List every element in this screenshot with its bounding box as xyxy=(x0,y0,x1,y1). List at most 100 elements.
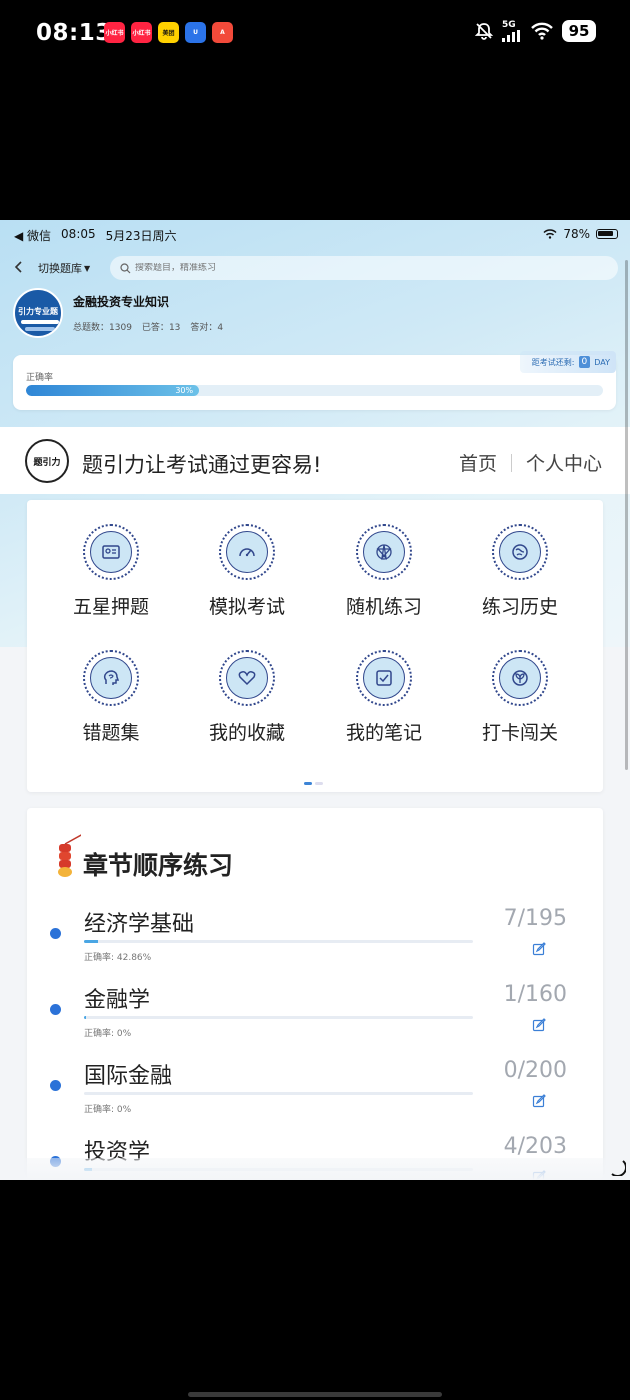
head-brain-icon xyxy=(103,670,120,685)
chapter-count: 4/203 xyxy=(503,1134,567,1159)
bank-logo-stripe xyxy=(21,320,59,324)
chapter-count: 1/160 xyxy=(503,982,567,1007)
home-link[interactable]: 首页 xyxy=(459,449,497,476)
total-questions: 总题数：1309 xyxy=(73,320,132,333)
bank-logo-text: 引力专业题 xyxy=(18,307,58,316)
back-button[interactable] xyxy=(12,258,30,278)
grid-item-label: 五星押题 xyxy=(72,596,149,618)
grid-item-6[interactable]: 我的收藏 xyxy=(187,650,307,760)
inner-battery-icon xyxy=(596,229,618,239)
answered-label: 已答： xyxy=(141,323,169,333)
meituan-icon: 美团 xyxy=(158,22,179,43)
chapter-name: 经济学基础 xyxy=(84,912,195,937)
chapter-accuracy: 正确率: 0% xyxy=(84,1105,132,1115)
brand-logo-text: 题引力 xyxy=(33,457,61,468)
grid-item-5[interactable]: 错题集 xyxy=(51,650,171,760)
home-indicator[interactable] xyxy=(188,1392,442,1397)
grid-item-1[interactable]: 五星押题 xyxy=(51,524,171,634)
id-card-icon-badge xyxy=(90,531,132,573)
bank-logo: 引力专业题 xyxy=(13,288,63,338)
countdown-label: 距考试还剩: xyxy=(531,357,575,367)
heart-icon xyxy=(238,671,256,686)
grid-item-label: 我的笔记 xyxy=(345,722,422,744)
xiaohongshu-icon-2: 小红书 xyxy=(131,22,152,43)
edit-icon[interactable] xyxy=(532,1094,546,1108)
battery-level: 95 xyxy=(562,20,596,42)
inner-battery-percent: 78% xyxy=(563,227,590,241)
accuracy-percent: 30% xyxy=(175,386,194,395)
signal-bars-icon xyxy=(502,29,520,42)
chapter-item[interactable]: 经济学基础 正确率: 42.86% 7/195 xyxy=(27,906,603,982)
phone-status-bar: 08:13 小红书 小红书 美团 U A 5G 95 xyxy=(0,0,630,70)
note-check-icon-ring xyxy=(356,650,412,706)
chapter-item[interactable]: 金融学 正确率: 0% 1/160 xyxy=(27,982,603,1058)
loading-spinner-icon xyxy=(611,1160,626,1176)
chapter-count: 0/200 xyxy=(503,1058,567,1083)
grid-item-label: 打卡闯关 xyxy=(481,722,558,744)
grid-pager xyxy=(304,782,323,785)
switch-bank-label: 切换题库 xyxy=(38,262,82,275)
gauge-icon-badge xyxy=(226,531,268,573)
chapter-item[interactable]: 国际金融 正确率: 0% 0/200 xyxy=(27,1058,603,1134)
history-globe-icon-badge xyxy=(499,531,541,573)
grid-item-2[interactable]: 模拟考试 xyxy=(187,524,307,634)
bank-logo-stripe-2 xyxy=(25,327,55,331)
inner-status-bar: ◀ 微信 08:05 5月23日周六 78% xyxy=(14,227,618,243)
history-globe-icon xyxy=(512,544,528,560)
head-brain-icon-ring xyxy=(83,650,139,706)
chapter-accuracy: 正确率: 42.86% xyxy=(84,953,152,963)
chapter-progress-fill xyxy=(84,940,98,943)
back-to-app-link[interactable]: ◀ 微信 xyxy=(14,227,51,244)
grid-item-label: 我的收藏 xyxy=(208,722,285,744)
feature-grid: 五星押题 模拟考试 随机练习 练习历史错题集 我的收藏 我的笔记 打卡闯关 xyxy=(27,500,603,792)
chevron-left-icon xyxy=(14,261,22,273)
head-brain-icon-badge xyxy=(90,657,132,699)
search-input[interactable] xyxy=(135,263,535,273)
inner-date: 5月23日周六 xyxy=(105,229,177,243)
countdown-unit: DAY xyxy=(594,357,610,367)
cellular-signal: 5G xyxy=(502,20,522,42)
search-icon xyxy=(120,262,131,273)
answered-count: 已答：13 xyxy=(142,320,180,333)
chapter-bullet xyxy=(50,1004,61,1015)
grid-item-8[interactable]: 打卡闯关 xyxy=(460,650,580,760)
brand-slogan: 题引力让考试通过更容易! xyxy=(82,453,322,477)
brand-links: 首页 个人中心 xyxy=(459,449,602,476)
bell-muted-icon xyxy=(474,23,494,40)
random-star-icon xyxy=(376,544,392,561)
grid-item-label: 错题集 xyxy=(82,722,140,744)
chapter-bullet xyxy=(50,928,61,939)
scrollbar[interactable] xyxy=(625,260,628,770)
grid-item-7[interactable]: 我的笔记 xyxy=(324,650,444,760)
note-check-icon-badge xyxy=(363,657,405,699)
top-nav: 切换题库 ▼ xyxy=(12,256,618,280)
brand-bar: 题引力 题引力让考试通过更容易! 首页 个人中心 xyxy=(0,427,630,494)
inner-wifi-icon xyxy=(543,229,557,239)
chapter-progress-bar xyxy=(84,1016,473,1019)
grid-item-3[interactable]: 随机练习 xyxy=(324,524,444,634)
profile-link[interactable]: 个人中心 xyxy=(526,449,602,476)
phone-status-right: 5G 95 xyxy=(474,20,596,42)
id-card-icon-ring xyxy=(83,524,139,580)
bank-name: 金融投资专业知识 xyxy=(73,295,170,309)
chapter-name: 金融学 xyxy=(84,988,151,1013)
wifi-icon xyxy=(531,22,553,40)
chapter-progress-bar xyxy=(84,940,473,943)
edit-icon[interactable] xyxy=(532,1018,546,1032)
switch-bank-button[interactable]: 切换题库 ▼ xyxy=(38,260,90,276)
accuracy-progress-bar: 30% xyxy=(26,385,603,396)
grid-item-label: 练习历史 xyxy=(481,596,558,618)
edit-icon[interactable] xyxy=(532,942,546,956)
link-divider xyxy=(510,453,512,472)
chapter-progress-bar xyxy=(84,1092,473,1095)
sprout-icon xyxy=(512,670,528,686)
firecracker-icon xyxy=(58,834,81,877)
heart-icon-ring xyxy=(219,650,275,706)
exam-countdown: 距考试还剩: 0 DAY xyxy=(519,351,616,373)
grid-item-4[interactable]: 练习历史 xyxy=(460,524,580,634)
brand-logo: 题引力 xyxy=(25,439,69,483)
app-screen: ◀ 微信 08:05 5月23日周六 78% 切换题库 ▼ 搜索题目，精准练习 … xyxy=(0,220,630,1180)
correct-value: 4 xyxy=(217,323,224,333)
search-bar[interactable] xyxy=(110,256,618,280)
correct-label: 答对： xyxy=(190,323,218,333)
